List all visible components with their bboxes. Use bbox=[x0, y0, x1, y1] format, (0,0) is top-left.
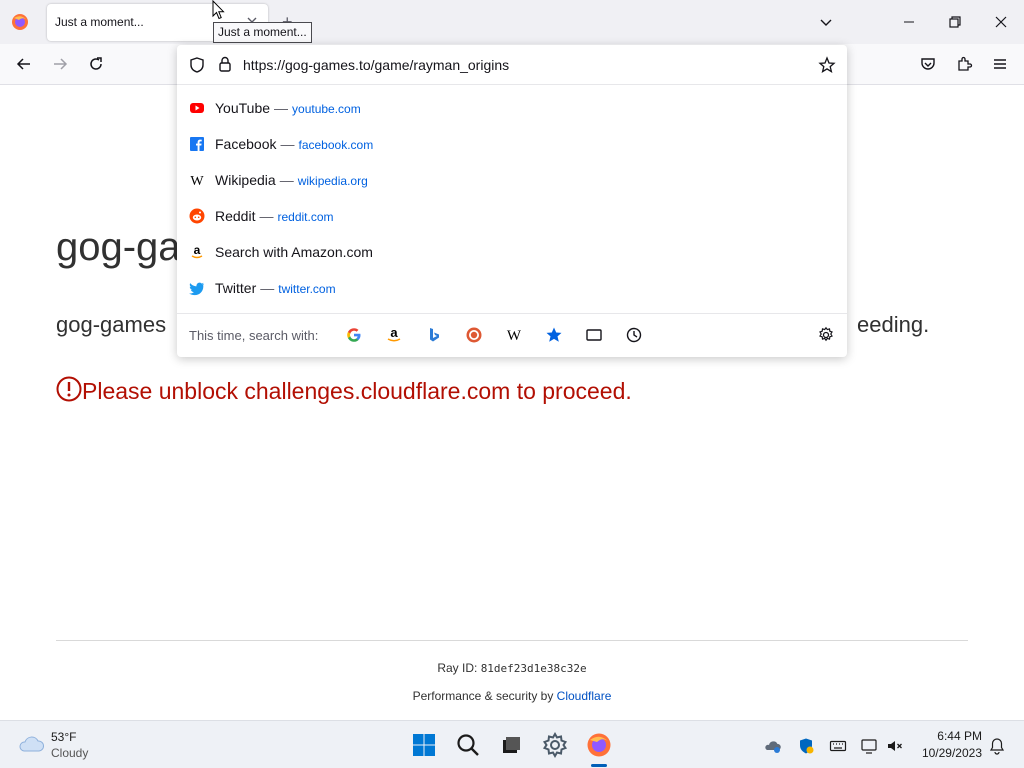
bookmark-star-icon[interactable] bbox=[818, 56, 836, 74]
suggestion-separator: — bbox=[274, 100, 289, 116]
error-message: Please unblock challenges.cloudflare.com… bbox=[82, 378, 632, 404]
cloudflare-link[interactable]: Cloudflare bbox=[557, 689, 612, 703]
suggestion-amazon-search[interactable]: a Search with Amazon.com bbox=[177, 234, 847, 270]
tab-tooltip: Just a moment... bbox=[213, 22, 312, 43]
svg-text:W: W bbox=[190, 174, 204, 188]
notification-bell-icon[interactable] bbox=[988, 737, 1006, 755]
suggestion-site: twitter.com bbox=[278, 282, 336, 296]
reddit-icon bbox=[189, 208, 205, 224]
suggestion-name: Wikipedia bbox=[215, 172, 276, 188]
suggestion-site: reddit.com bbox=[277, 210, 334, 224]
back-arrow-icon[interactable] bbox=[15, 55, 33, 73]
facebook-icon bbox=[189, 136, 205, 152]
wikipedia-icon: W bbox=[189, 172, 205, 188]
suggestion-site: facebook.com bbox=[298, 138, 374, 152]
suggestion-name: Twitter bbox=[215, 280, 257, 296]
taskbar: 53°F Cloudy 6:44 PM 10/29/2023 bbox=[0, 720, 1024, 768]
suggestion-separator: — bbox=[280, 136, 295, 152]
urlbar-dropdown: https://gog-games.to/game/rayman_origins… bbox=[177, 45, 847, 357]
page-heading: gog-ga bbox=[56, 225, 181, 269]
search-with-label: This time, search with: bbox=[189, 328, 319, 343]
settings-gear-icon[interactable] bbox=[541, 731, 569, 759]
bing-icon[interactable] bbox=[425, 326, 443, 344]
clock-date[interactable]: 10/29/2023 bbox=[908, 746, 982, 760]
suggestion-name: Search with Amazon.com bbox=[215, 244, 373, 260]
firefox-logo-icon bbox=[10, 12, 30, 32]
svg-text:a: a bbox=[390, 326, 398, 340]
google-icon[interactable] bbox=[345, 326, 363, 344]
ray-id-value: 81def23d1e38c32e bbox=[480, 662, 587, 675]
keyboard-icon[interactable] bbox=[829, 737, 847, 755]
urlbar[interactable]: https://gog-games.to/game/rayman_origins bbox=[177, 45, 847, 85]
suggestion-site: wikipedia.org bbox=[297, 174, 368, 188]
duckduckgo-icon[interactable] bbox=[465, 326, 483, 344]
volume-muted-icon[interactable] bbox=[886, 737, 904, 755]
wikipedia-engine-icon[interactable]: W bbox=[505, 326, 523, 344]
tabs-icon[interactable] bbox=[585, 326, 603, 344]
search-icon[interactable] bbox=[454, 731, 482, 759]
suggestion-name: YouTube bbox=[215, 100, 271, 116]
url-input[interactable]: https://gog-games.to/game/rayman_origins bbox=[243, 57, 509, 73]
page-subtitle: gog-games bbox=[56, 312, 167, 337]
suggestion-name: Reddit bbox=[215, 208, 256, 224]
display-network-icon[interactable] bbox=[860, 737, 878, 755]
extensions-icon[interactable] bbox=[955, 55, 973, 73]
history-clock-icon[interactable] bbox=[625, 326, 643, 344]
amazon-engine-icon[interactable]: a bbox=[385, 326, 403, 344]
suggestion-wikipedia[interactable]: W Wikipedia — wikipedia.org bbox=[177, 162, 847, 198]
suggestion-facebook[interactable]: Facebook — facebook.com bbox=[177, 126, 847, 162]
suggestion-youtube[interactable]: YouTube — youtube.com bbox=[177, 90, 847, 126]
pocket-icon[interactable] bbox=[919, 55, 937, 73]
one-off-search-bar: This time, search with: a W bbox=[177, 313, 847, 357]
ray-id-line: Ray ID: 81def23d1e38c32e bbox=[0, 661, 1024, 675]
tab-title: Just a moment... bbox=[55, 15, 144, 29]
svg-text:a: a bbox=[194, 244, 201, 257]
page-subtitle-tail: eeding. bbox=[857, 312, 930, 337]
performance-line: Performance & security by Cloudflare bbox=[0, 689, 1024, 703]
amazon-icon: a bbox=[189, 244, 205, 260]
search-settings-gear-icon[interactable] bbox=[817, 326, 835, 344]
task-view-icon[interactable] bbox=[497, 731, 525, 759]
minimize-icon[interactable] bbox=[899, 12, 919, 32]
suggestion-name: Facebook bbox=[215, 136, 277, 152]
ray-id-label: Ray ID: bbox=[437, 661, 478, 675]
lock-icon[interactable] bbox=[217, 55, 233, 73]
forward-arrow-icon[interactable] bbox=[51, 55, 69, 73]
windows-start-icon[interactable] bbox=[410, 731, 438, 759]
twitter-icon bbox=[189, 280, 205, 296]
suggestion-separator: — bbox=[260, 280, 275, 296]
cloudy-weather-icon[interactable] bbox=[16, 732, 46, 756]
firefox-taskbar-icon[interactable] bbox=[585, 731, 613, 759]
mouse-cursor-icon bbox=[212, 0, 226, 20]
suggestion-separator: — bbox=[259, 208, 274, 224]
menu-hamburger-icon[interactable] bbox=[991, 55, 1009, 73]
security-shield-icon[interactable] bbox=[797, 737, 815, 755]
suggestion-separator: — bbox=[279, 172, 294, 188]
weather-temperature[interactable]: 53°F bbox=[51, 730, 76, 744]
performance-label: Performance & security by bbox=[412, 689, 554, 703]
active-app-indicator bbox=[591, 764, 607, 767]
suggestion-site: youtube.com bbox=[292, 102, 361, 116]
onedrive-icon[interactable] bbox=[764, 737, 782, 755]
bookmarks-star-icon[interactable] bbox=[545, 326, 563, 344]
tab-bar: Just a moment... + bbox=[0, 0, 1024, 44]
suggestion-twitter[interactable]: Twitter — twitter.com bbox=[177, 270, 847, 306]
youtube-icon bbox=[189, 100, 205, 116]
suggestion-reddit[interactable]: Reddit — reddit.com bbox=[177, 198, 847, 234]
footer-divider bbox=[56, 640, 968, 641]
svg-text:W: W bbox=[507, 328, 522, 344]
clock-time[interactable]: 6:44 PM bbox=[920, 729, 982, 743]
close-window-icon[interactable] bbox=[991, 12, 1011, 32]
error-icon bbox=[56, 376, 82, 402]
tracking-protection-shield-icon[interactable] bbox=[189, 56, 205, 74]
weather-condition[interactable]: Cloudy bbox=[51, 746, 88, 760]
restore-icon[interactable] bbox=[945, 12, 965, 32]
list-all-tabs-icon[interactable] bbox=[818, 14, 834, 30]
reload-icon[interactable] bbox=[87, 55, 105, 73]
